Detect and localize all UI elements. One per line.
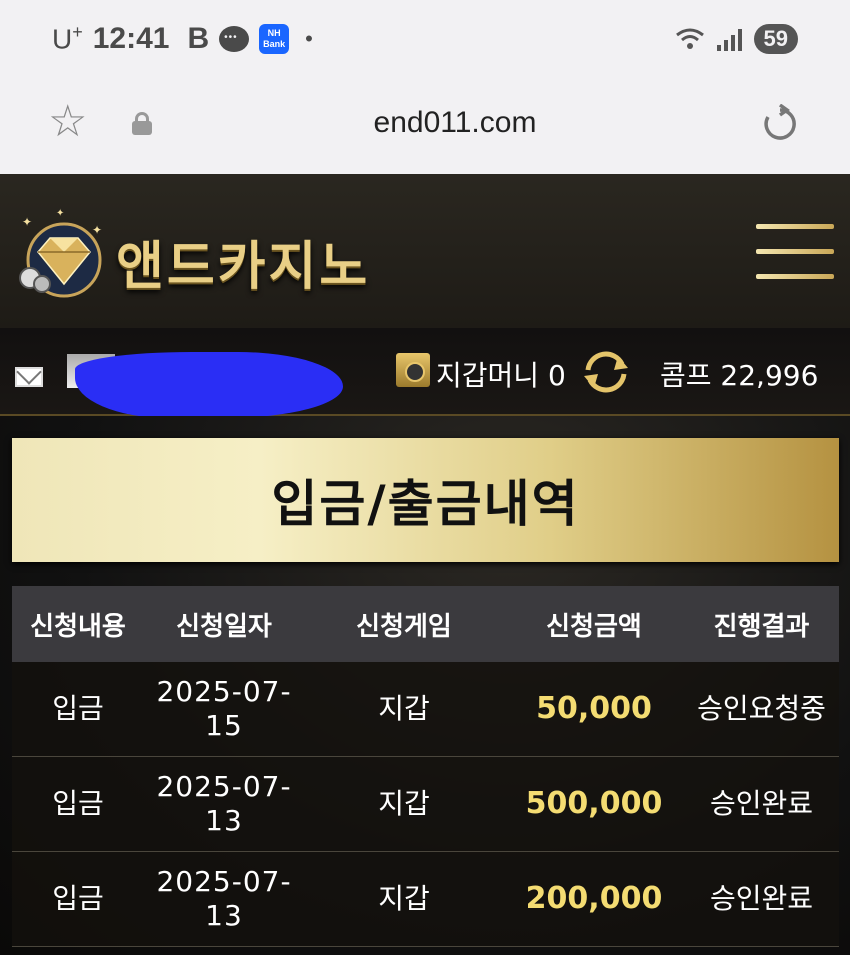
svg-text:✦: ✦ xyxy=(92,223,102,237)
hamburger-menu-icon[interactable] xyxy=(756,224,834,280)
transaction-table: 신청내용 신청일자 신청게임 신청금액 진행결과 입금 2025-07- 15 지… xyxy=(12,586,839,947)
battery-indicator: 59 xyxy=(753,24,798,54)
refresh-icon[interactable] xyxy=(580,348,632,396)
svg-text:✦: ✦ xyxy=(22,215,32,229)
cell-status: 승인완료 xyxy=(709,787,814,820)
cell-date: 2025-07- 13 xyxy=(156,865,292,932)
cell-status: 승인요청중 xyxy=(697,692,826,725)
site-logo-text[interactable]: 앤드카지노 xyxy=(116,224,370,299)
header-request-game: 신청게임 xyxy=(356,611,452,642)
cell-amount: 50,000 xyxy=(536,691,652,726)
header-request-date: 신청일자 xyxy=(176,611,272,642)
table-header: 신청내용 신청일자 신청게임 신청금액 진행결과 xyxy=(12,586,839,662)
cell-amount: 500,000 xyxy=(525,786,663,821)
cell-type: 입금 xyxy=(52,882,104,915)
url-text[interactable]: end011.com xyxy=(0,106,850,140)
cell-type: 입금 xyxy=(52,787,104,820)
header-status: 진행결과 xyxy=(713,611,810,642)
notification-dot-icon: • xyxy=(305,26,313,51)
browser-url-bar: ☆ end011.com xyxy=(0,82,850,174)
safe-icon xyxy=(396,353,430,387)
page-title: 입금/출금내역 xyxy=(271,475,580,533)
cell-game: 지갑 xyxy=(378,787,430,820)
status-bar: U+ 12:41 B NHBank • 59 xyxy=(0,0,850,82)
table-row: 입금 2025-07- 13 지갑 200,000 승인완료 xyxy=(12,852,839,947)
cell-status: 승인완료 xyxy=(709,882,814,915)
nh-bank-icon: NH Bank xyxy=(259,24,290,54)
diamond-logo-icon[interactable]: ✦ ✦ ✦ xyxy=(16,204,108,300)
table-row: 입금 2025-07- 15 지갑 50,000 승인요청중 xyxy=(12,662,839,757)
table-row: 입금 2025-07- 13 지갑 500,000 승인완료 xyxy=(12,757,839,852)
status-time: 12:41 xyxy=(92,22,170,55)
signal-icon xyxy=(716,27,742,51)
mail-icon[interactable] xyxy=(15,367,43,387)
carrier-label: U+ xyxy=(52,22,83,55)
cell-game: 지갑 xyxy=(378,692,430,725)
wifi-icon xyxy=(675,28,704,49)
chat-icon xyxy=(219,26,250,52)
reload-icon[interactable] xyxy=(760,104,800,144)
header-request-type: 신청내용 xyxy=(30,611,126,642)
wallet-money-label: 지갑머니 0 xyxy=(436,359,566,392)
header-request-amount: 신청금액 xyxy=(546,611,642,642)
comp-points-label: 콤프 22,996 xyxy=(660,359,819,392)
svg-text:✦: ✦ xyxy=(56,208,64,219)
redacted-username xyxy=(75,352,343,418)
cell-date: 2025-07- 13 xyxy=(156,770,292,837)
cell-type: 입금 xyxy=(52,692,104,725)
user-info-bar: 지갑머니 0 콤프 22,996 xyxy=(0,328,850,418)
page-title-banner: 입금/출금내역 xyxy=(12,438,839,562)
b-app-icon: B xyxy=(187,22,210,55)
cell-amount: 200,000 xyxy=(525,881,663,916)
cell-date: 2025-07- 15 xyxy=(156,675,292,742)
site-header: ✦ ✦ ✦ 앤드카지노 xyxy=(0,174,850,328)
cell-game: 지갑 xyxy=(378,882,430,915)
